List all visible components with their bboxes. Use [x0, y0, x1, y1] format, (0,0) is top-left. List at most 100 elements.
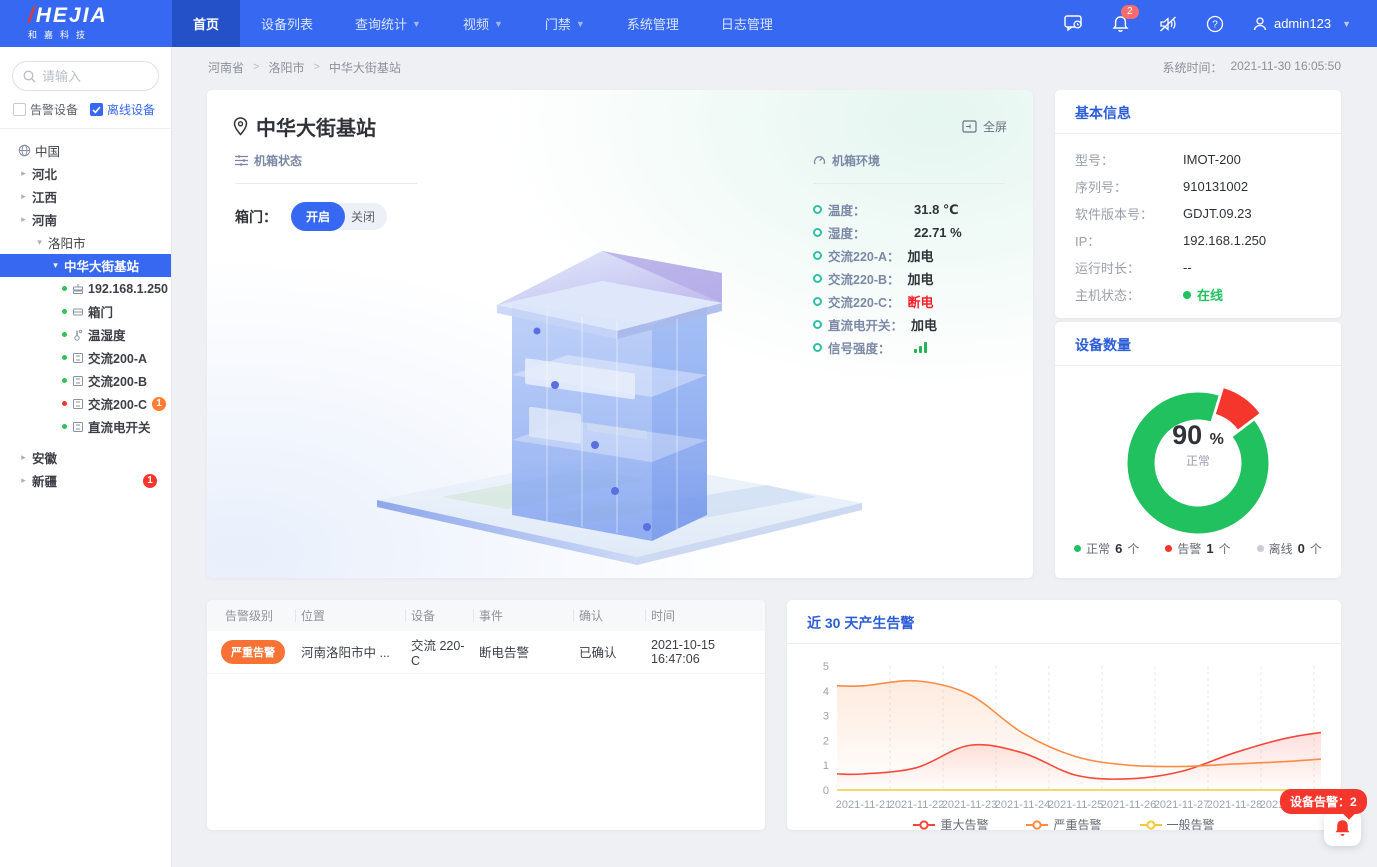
brand-logo[interactable]: /HEJIA 和嘉科技 [0, 0, 172, 47]
status-dot-green [62, 424, 67, 429]
notification-count-badge: 2 [1121, 5, 1139, 19]
tree-node-china[interactable]: 中国 [0, 139, 171, 162]
svg-text:2021-11-27: 2021-11-27 [1154, 799, 1209, 811]
info-row-model: 型号：IMOT-200 [1075, 146, 1321, 173]
sidebar: 告警设备 离线设备 中国 ▸河北 ▸江西 ▸河南 ▾洛阳市 ▾中华大街基站 19… [0, 47, 172, 867]
col-device: 设备 [405, 600, 473, 631]
breaker-icon [72, 375, 84, 387]
tree-node-xinjiang[interactable]: ▸新疆1 [0, 469, 171, 492]
alarm-event: 断电告警 [473, 631, 573, 673]
env-bullet-icon [813, 320, 822, 329]
status-dot-green [62, 378, 67, 383]
env-row-ac220-a: 交流220-A：加电 [813, 244, 1005, 267]
tree-node-hebei[interactable]: ▸河北 [0, 162, 171, 185]
breadcrumb: 河南省 > 洛阳市 > 中华大街基站 [208, 59, 401, 76]
status-dot-green [62, 355, 67, 360]
tree-leaf-temp-humidity[interactable]: 温湿度 [0, 323, 171, 346]
fullscreen-icon [962, 120, 977, 133]
svg-text:2021-11-28: 2021-11-28 [1207, 799, 1262, 811]
nav-item-video[interactable]: 视频▼ [442, 0, 524, 47]
tree-leaf-ac200-a[interactable]: 交流200-A [0, 346, 171, 369]
cabinet-status-title: 机箱状态 [235, 152, 417, 169]
fullscreen-button[interactable]: 全屏 [962, 118, 1007, 135]
svg-text:2021-11-21: 2021-11-21 [836, 799, 891, 811]
bell-icon[interactable]: 2 [1111, 14, 1131, 34]
host-icon [72, 283, 84, 295]
breadcrumb-item[interactable]: 中华大街基站 [329, 59, 401, 76]
breadcrumb-item[interactable]: 洛阳市 [268, 59, 304, 76]
chevron-right-icon: ▸ [18, 475, 29, 486]
tree-node-jiangxi[interactable]: ▸江西 [0, 185, 171, 208]
tree-leaf-door[interactable]: 箱门 [0, 300, 171, 323]
chevron-right-icon: ▸ [18, 191, 29, 202]
tree-leaf-host[interactable]: 192.168.1.250 [0, 277, 171, 300]
list-icon [235, 155, 248, 166]
device-count-title: 设备数量 [1055, 322, 1341, 366]
checkbox-checked[interactable] [90, 103, 103, 116]
env-bullet-icon [813, 205, 822, 214]
env-row-dc-switch: 直流电开关：加电 [813, 313, 1005, 336]
chevron-down-icon: ▾ [34, 237, 45, 248]
alarm-table: 告警级别 位置 设备 事件 确认 时间 严重告警 河南洛阳市中 ... 交流 2… [207, 600, 765, 674]
col-event: 事件 [473, 600, 573, 631]
legend-dot-red [1165, 545, 1172, 552]
alarm-level-badge: 严重告警 [221, 640, 285, 664]
breadcrumb-separator: > [313, 61, 319, 73]
device-alarm-bubble[interactable]: 设备告警：2 [1280, 789, 1367, 814]
nav-item-access[interactable]: 门禁▼ [524, 0, 606, 47]
online-status-text: 在线 [1197, 285, 1223, 304]
breaker-icon [72, 398, 84, 410]
tree-node-luoyang[interactable]: ▾洛阳市 [0, 231, 171, 254]
breadcrumb-separator: > [253, 61, 259, 73]
search-input[interactable] [42, 69, 142, 84]
tree-node-henan[interactable]: ▸河南 [0, 208, 171, 231]
legend-offline: 离线 0 个 [1257, 540, 1322, 557]
tree-node-station-selected[interactable]: ▾中华大街基站 [0, 254, 171, 277]
globe-icon [18, 144, 31, 157]
env-row-humidity: 湿度：22.71 % [813, 221, 1005, 244]
tree-leaf-ac200-b[interactable]: 交流200-B [0, 369, 171, 392]
nav-item-system-mgmt[interactable]: 系统管理 [606, 0, 700, 47]
env-bullet-icon [813, 274, 822, 283]
nav-item-home[interactable]: 首页 [172, 0, 240, 47]
basic-info-panel: 基本信息 型号：IMOT-200 序列号：910131002 软件版本号：GDJ… [1055, 90, 1341, 318]
alarm-bell-button[interactable] [1324, 810, 1361, 846]
tree-leaf-ac200-c[interactable]: 交流200-C 1 [0, 392, 171, 415]
filter-offline-devices[interactable]: 离线设备 [90, 101, 155, 118]
nav-item-log-mgmt[interactable]: 日志管理 [700, 0, 794, 47]
checkbox-unchecked[interactable] [13, 103, 26, 116]
nav-item-query-stats[interactable]: 查询统计▼ [334, 0, 442, 47]
alarm-device: 交流 220-C [405, 631, 473, 673]
svg-text:5: 5 [823, 661, 829, 673]
breadcrumb-item[interactable]: 河南省 [208, 59, 244, 76]
chevron-down-icon: ▼ [494, 19, 503, 29]
svg-text:?: ? [1212, 19, 1218, 30]
env-row-ac220-b: 交流220-B：加电 [813, 267, 1005, 290]
message-icon[interactable] [1064, 14, 1084, 34]
mute-icon[interactable] [1158, 14, 1178, 34]
breaker-icon [72, 352, 84, 364]
top-navbar: /HEJIA 和嘉科技 首页 设备列表 查询统计▼ 视频▼ 门禁▼ 系统管理 日… [0, 0, 1377, 47]
chevron-down-icon: ▼ [412, 19, 421, 29]
alarm-table-row[interactable]: 严重告警 河南洛阳市中 ... 交流 220-C 断电告警 已确认 2021-1… [207, 631, 765, 673]
sidebar-search[interactable] [12, 61, 159, 91]
online-status-dot [1183, 291, 1191, 299]
alarm-chart-title: 近 30 天产生告警 [787, 600, 1341, 644]
legend-dot-green [1074, 545, 1081, 552]
col-time: 时间 [645, 600, 765, 631]
door-icon [72, 306, 84, 318]
user-menu[interactable]: admin123 ▼ [1252, 16, 1351, 32]
door-open-button[interactable]: 开启 [291, 202, 345, 231]
chevron-down-icon: ▼ [1342, 19, 1351, 29]
tree-node-anhui[interactable]: ▸安徽 [0, 446, 171, 469]
nav-item-device-list[interactable]: 设备列表 [240, 0, 334, 47]
filter-alarm-devices[interactable]: 告警设备 [13, 101, 78, 118]
alarm-line-chart: 0123452021-11-212021-11-222021-11-232021… [807, 652, 1321, 830]
chevron-right-icon: ▸ [18, 168, 29, 179]
help-icon[interactable]: ? [1205, 14, 1225, 34]
chevron-down-icon: ▾ [50, 260, 61, 271]
col-confirm: 确认 [573, 600, 645, 631]
info-row-uptime: 运行时长：-- [1075, 254, 1321, 281]
tree-leaf-dc-switch[interactable]: 直流电开关 [0, 415, 171, 438]
alarm-count-badge: 1 [143, 474, 157, 488]
